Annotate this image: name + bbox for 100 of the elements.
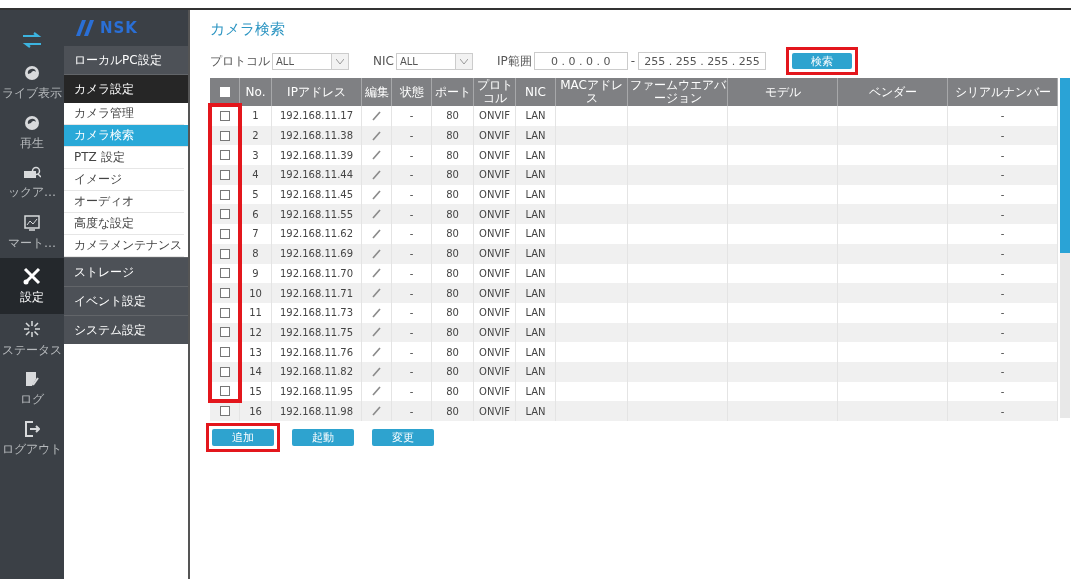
nav-item[interactable]: マート…	[0, 208, 64, 258]
table-cell: ONVIF	[474, 243, 516, 264]
protocol-label: プロトコル	[210, 52, 270, 70]
chart-icon	[24, 214, 40, 231]
nav-item[interactable]: ステータス	[0, 314, 64, 364]
table-cell: LAN	[516, 302, 556, 323]
pencil-icon[interactable]	[372, 110, 381, 121]
table-cell: ONVIF	[474, 302, 516, 323]
row-checkbox[interactable]	[219, 406, 230, 417]
table-cell: 16	[240, 401, 272, 421]
protocol-dropdown[interactable]: ALL	[272, 52, 349, 70]
table-cell: -	[392, 342, 432, 362]
page-title: カメラ検索	[210, 20, 286, 39]
logo-text: NSK	[100, 19, 138, 37]
table-cell: 192.168.11.76	[272, 342, 362, 362]
table-cell: -	[392, 224, 432, 244]
table-cell: LAN	[516, 361, 556, 382]
nav-item[interactable]: ックア…	[0, 158, 64, 208]
pencil-icon[interactable]	[372, 248, 381, 259]
pencil-icon[interactable]	[372, 189, 381, 200]
nav-item[interactable]: 再生	[0, 108, 64, 158]
table-cell: 192.168.11.69	[272, 243, 362, 264]
pencil-icon[interactable]	[372, 327, 381, 338]
pencil-icon[interactable]	[372, 150, 381, 161]
pencil-icon[interactable]	[372, 386, 381, 397]
nav-item[interactable]: ログアウト	[0, 414, 64, 464]
swap-icon	[22, 32, 42, 48]
table-cell: 11	[240, 302, 272, 323]
table-cell: ONVIF	[474, 106, 516, 126]
pencil-icon[interactable]	[372, 228, 381, 239]
pencil-icon[interactable]	[372, 268, 381, 279]
table-cell: -	[948, 106, 1058, 126]
row-checkbox[interactable]	[219, 228, 230, 239]
ip-end-field[interactable]: 255 . 255 . 255 . 255	[638, 52, 767, 70]
menu-section[interactable]: ストレージ	[64, 257, 188, 286]
submenu-item[interactable]: イメージ	[64, 169, 184, 191]
select-all-checkbox[interactable]	[219, 87, 230, 97]
row-checkbox[interactable]	[219, 347, 230, 358]
table-cell: 192.168.11.17	[272, 106, 362, 126]
row-checkbox[interactable]	[219, 288, 230, 299]
menu-section[interactable]: カメラ設定	[64, 74, 188, 103]
row-checkbox[interactable]	[219, 110, 230, 121]
table-cell: -	[948, 243, 1058, 264]
menu-section[interactable]: システム設定	[64, 315, 188, 344]
scrollbar[interactable]	[1060, 78, 1070, 418]
table-cell: -	[948, 165, 1058, 185]
table-cell: 192.168.11.73	[272, 302, 362, 323]
row-checkbox[interactable]	[219, 386, 230, 397]
table-cell: 80	[432, 106, 474, 126]
row-checkbox[interactable]	[219, 150, 230, 161]
range-separator: -	[630, 54, 636, 68]
table-cell: -	[392, 106, 432, 126]
pencil-icon[interactable]	[372, 130, 381, 141]
table-cell: LAN	[516, 106, 556, 126]
table-cell: 7	[240, 224, 272, 244]
row-checkbox[interactable]	[219, 327, 230, 338]
table-cell: -	[392, 165, 432, 185]
row-checkbox[interactable]	[219, 248, 230, 259]
row-checkbox[interactable]	[219, 169, 230, 180]
submenu-item[interactable]: オーディオ	[64, 191, 184, 213]
pencil-icon[interactable]	[372, 347, 381, 358]
ip-start-field[interactable]: 0 . 0 . 0 . 0	[533, 52, 628, 70]
menu-section[interactable]: ローカルPC設定	[64, 46, 188, 74]
table-cell: 1	[240, 106, 272, 126]
pencil-icon[interactable]	[372, 209, 381, 220]
submenu-item[interactable]: PTZ 設定	[64, 147, 184, 169]
table-cell: 80	[432, 243, 474, 264]
row-checkbox[interactable]	[219, 366, 230, 377]
nav-item[interactable]: 設定	[0, 258, 64, 314]
pencil-icon[interactable]	[372, 366, 381, 377]
document-icon	[24, 370, 40, 387]
nav-item[interactable]: ライブ表示	[0, 58, 64, 108]
table-cell: 13	[240, 342, 272, 362]
submenu-item[interactable]: 高度な設定	[64, 213, 184, 235]
nic-label: NIC	[373, 54, 394, 68]
table-cell: 192.168.11.82	[272, 361, 362, 382]
row-checkbox[interactable]	[219, 209, 230, 220]
row-checkbox[interactable]	[219, 189, 230, 200]
row-checkbox[interactable]	[219, 307, 230, 318]
table-cell: ONVIF	[474, 165, 516, 185]
swirl-icon	[24, 64, 40, 81]
pencil-icon[interactable]	[372, 307, 381, 318]
table-cell: 8	[240, 243, 272, 264]
scrollbar-thumb[interactable]	[1060, 78, 1070, 253]
nav-item[interactable]: ログ	[0, 364, 64, 414]
table-cell: 192.168.11.44	[272, 165, 362, 185]
table-cell: 80	[432, 165, 474, 185]
nic-dropdown[interactable]: ALL	[395, 52, 473, 70]
pencil-icon[interactable]	[372, 169, 381, 180]
row-checkbox[interactable]	[219, 130, 230, 141]
menu-section[interactable]: イベント設定	[64, 286, 188, 315]
table-cell: 80	[432, 224, 474, 244]
pencil-icon[interactable]	[372, 406, 381, 417]
table-cell: 80	[432, 302, 474, 323]
row-checkbox[interactable]	[219, 268, 230, 279]
table-cell: 80	[432, 401, 474, 421]
table-cell: LAN	[516, 243, 556, 264]
table-cell: LAN	[516, 165, 556, 185]
pencil-icon[interactable]	[372, 288, 381, 299]
table-cell: ONVIF	[474, 283, 516, 303]
